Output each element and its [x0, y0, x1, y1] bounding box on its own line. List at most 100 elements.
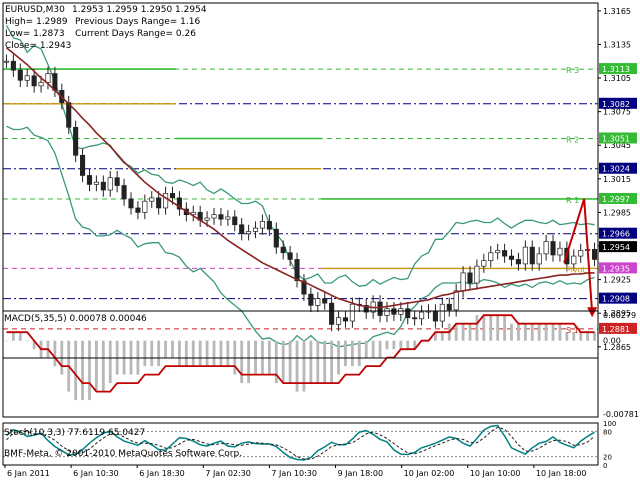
candle-body: [515, 259, 521, 265]
macd-tick-label: 0.00: [603, 337, 621, 346]
level-tag: R 3: [566, 66, 579, 75]
candle-body: [591, 249, 598, 260]
macd-bar: [530, 323, 534, 341]
candle-body: [550, 241, 556, 256]
candle-body: [3, 60, 10, 63]
candle-body: [232, 216, 238, 226]
macd-bar: [510, 323, 513, 341]
candle-body: [474, 265, 480, 284]
candle-body: [508, 255, 515, 260]
macd-bar: [461, 323, 465, 341]
candle-body: [322, 298, 328, 304]
price-tick-label: 1.3015: [603, 175, 631, 184]
candle-body: [467, 272, 473, 284]
macd-bar: [219, 340, 223, 367]
candle-body: [80, 154, 86, 176]
prev-range-label: Previous Days Range= 1.16: [75, 17, 200, 27]
stoch-tick-label: 100: [603, 420, 616, 428]
macd-bar: [316, 340, 320, 384]
candle-body: [156, 197, 162, 209]
macd-bar: [579, 332, 583, 341]
macd-tick-label: 0.00279: [603, 311, 636, 320]
macd-bar: [482, 315, 486, 341]
macd-bar: [440, 332, 444, 341]
macd-bar: [150, 340, 154, 367]
price-tick-label: 1.2985: [603, 208, 631, 217]
candle-body: [543, 241, 549, 255]
candle-body: [169, 193, 176, 199]
macd-bar: [101, 340, 105, 392]
level-tag: Pivot: [566, 265, 586, 274]
time-tick-label: 7 Jan 02:30: [205, 469, 251, 478]
macd-bar: [53, 340, 57, 367]
macd-bar: [385, 340, 389, 350]
macd-bar: [205, 340, 209, 367]
candle-body: [329, 302, 335, 325]
macd-bar: [586, 332, 590, 341]
macd-bar: [537, 323, 541, 341]
macd-bar: [523, 323, 527, 341]
candle-body: [142, 200, 148, 213]
macd-bar: [364, 340, 368, 358]
chart-canvas: 1.31651.31351.31051.30751.30451.30151.29…: [0, 0, 640, 480]
macd-bar: [88, 340, 91, 401]
macd-bar: [309, 340, 313, 384]
close-label: Close= 1.2943: [5, 41, 71, 51]
candle-body: [10, 60, 16, 71]
level-tag: R 1: [566, 196, 579, 205]
candle-body: [398, 308, 404, 315]
candle-body: [225, 216, 231, 220]
macd-bar: [212, 340, 216, 367]
chart-window: 1.3165 1.3135 1.3105 1.3075 1.3045 1.3015 1.29…: [0, 0, 640, 480]
stoch-title: Stoch(10,3,3) 77.6119 65.0427: [4, 428, 145, 438]
candle-body: [502, 250, 508, 257]
candle-body: [135, 207, 141, 213]
candle-body: [578, 250, 584, 257]
ohlc-label: 1.2953 1.2959 1.2950 1.2954: [72, 5, 207, 15]
time-tick-label: 10 Jan 18:00: [536, 469, 587, 478]
candle-body: [107, 177, 113, 191]
low-label: Low= 1.2873: [5, 29, 65, 39]
candle-body: [128, 198, 134, 209]
macd-bar: [198, 340, 202, 367]
macd-bar: [95, 340, 98, 392]
candle-body: [384, 308, 390, 316]
price-tick-label: 1.3075: [603, 108, 631, 117]
macd-bar: [468, 323, 472, 341]
candle-body: [218, 214, 224, 220]
candle-body: [481, 260, 487, 267]
candle-body: [439, 303, 445, 322]
symbol-label: EURUSD,M30: [5, 5, 65, 15]
candle-body: [529, 246, 535, 265]
candle-body: [405, 308, 411, 319]
candle-body: [149, 197, 155, 202]
macd-bar: [489, 315, 493, 341]
macd-bar: [81, 340, 84, 401]
candle-body: [246, 231, 252, 235]
macd-bar: [503, 315, 506, 341]
macd-bar: [551, 323, 555, 341]
stoch-tick-label: 0: [603, 462, 607, 470]
level-tag: R 2: [566, 136, 579, 145]
candle-body: [252, 227, 259, 232]
macd-bar: [226, 340, 230, 367]
candle-body: [93, 181, 99, 185]
curr-range-label: Current Days Range= 0.26: [75, 29, 196, 39]
time-tick-label: 7 Jan 10:30: [271, 469, 317, 478]
price-label: 1.2966: [602, 230, 630, 239]
macd-bar: [157, 340, 161, 367]
macd-bar: [558, 323, 562, 341]
candle-body: [446, 303, 452, 311]
copyright-label: BMF-Meta, © 2001-2010 MetaQuotes Softwar…: [4, 449, 242, 459]
candle-body: [391, 308, 397, 315]
price-tick-label: 1.2925: [603, 276, 631, 285]
candle-body: [419, 311, 425, 320]
macd-bar: [11, 332, 15, 341]
time-tick-label: 9 Jan 18:00: [338, 469, 384, 478]
candle-body: [280, 246, 286, 254]
candle-body: [488, 252, 494, 261]
candle-body: [24, 75, 30, 81]
candle-body: [73, 126, 79, 156]
candle-body: [315, 298, 321, 306]
price-tick-label: 1.3135: [603, 40, 631, 49]
